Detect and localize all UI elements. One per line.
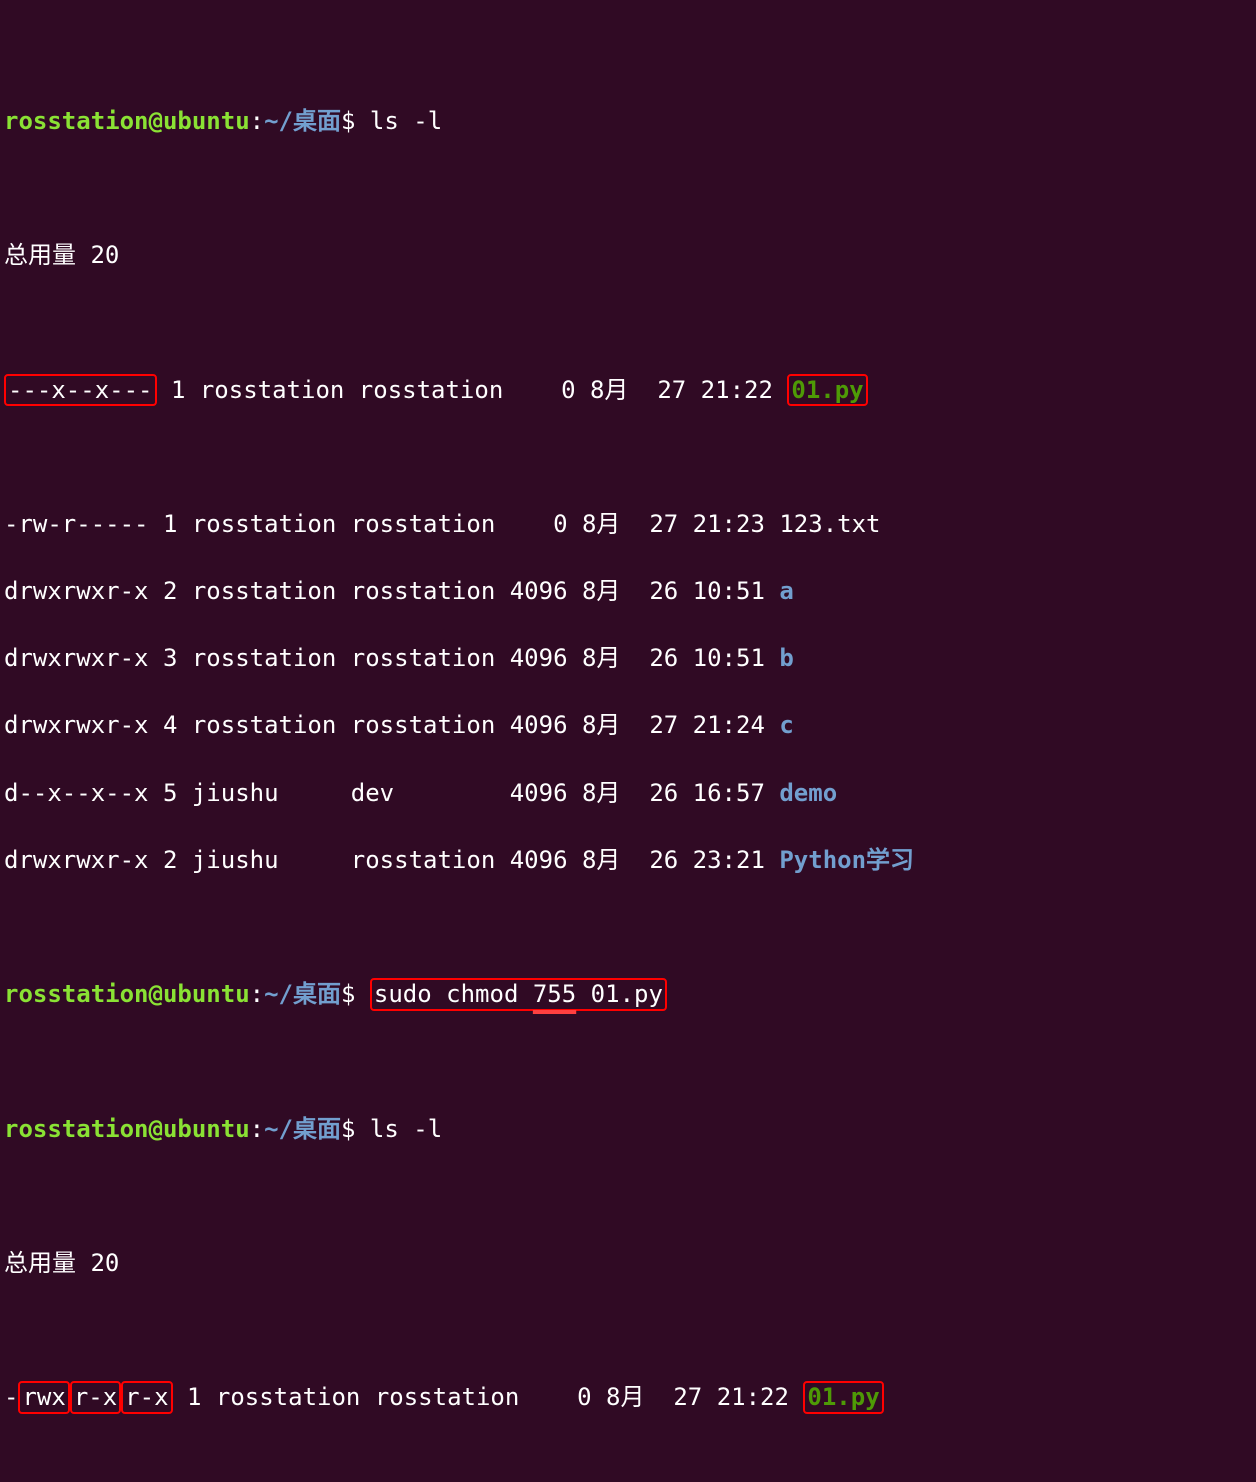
file-row: -rw-r----- 1 rosstation rosstation 0 8月 … (4, 508, 1252, 542)
file-row: -rwxr-xr-x 1 rosstation rosstation 0 8月 … (4, 1381, 1252, 1415)
filename: 123.txt (779, 510, 880, 538)
filename: a (779, 577, 793, 605)
filename: demo (779, 779, 837, 807)
command-ls-2: ls -l (370, 1115, 442, 1143)
filename: Python学习 (779, 846, 914, 874)
command-chmod-box: sudo chmod 755 01.py (370, 978, 667, 1011)
file-row: ---x--x--- 1 rosstation rosstation 0 8月 … (4, 374, 1252, 408)
prompt-line-2: rosstation@ubuntu:~/桌面$ sudo chmod 755 0… (4, 978, 1252, 1012)
total-line-2: 总用量 20 (4, 1247, 1252, 1281)
file-row: drwxrwxr-x 4 rosstation rosstation 4096 … (4, 709, 1252, 743)
file-row: drwxrwxr-x 3 rosstation rosstation 4096 … (4, 642, 1252, 676)
file-row: drwxrwxr-x 2 jiushu rosstation 4096 8月 2… (4, 844, 1252, 878)
file-row: d--x--x--x 5 jiushu dev 4096 8月 26 16:57… (4, 777, 1252, 811)
terminal[interactable]: rosstation@ubuntu:~/桌面$ ls -l 总用量 20 ---… (0, 0, 1256, 1482)
prompt-line-3: rosstation@ubuntu:~/桌面$ ls -l (4, 1113, 1252, 1147)
chmod-mode: 755 (533, 980, 576, 1008)
permission-box: ---x--x--- (4, 374, 157, 407)
perm-owner-box: rwx (18, 1381, 69, 1414)
prompt-user: rosstation@ubuntu (4, 107, 250, 135)
prompt-path: ~/桌面 (264, 107, 341, 135)
total-line-1: 总用量 20 (4, 239, 1252, 273)
file-row: drwxrwxr-x 2 rosstation rosstation 4096 … (4, 575, 1252, 609)
filename-box: 01.py (803, 1381, 883, 1414)
command-ls-1: ls -l (370, 107, 442, 135)
prompt-line-1: rosstation@ubuntu:~/桌面$ ls -l (4, 105, 1252, 139)
filename: c (779, 711, 793, 739)
filename: b (779, 644, 793, 672)
perm-group-box: r-x (70, 1381, 121, 1414)
perm-other-box: r-x (121, 1381, 172, 1414)
filename-box: 01.py (787, 374, 867, 407)
